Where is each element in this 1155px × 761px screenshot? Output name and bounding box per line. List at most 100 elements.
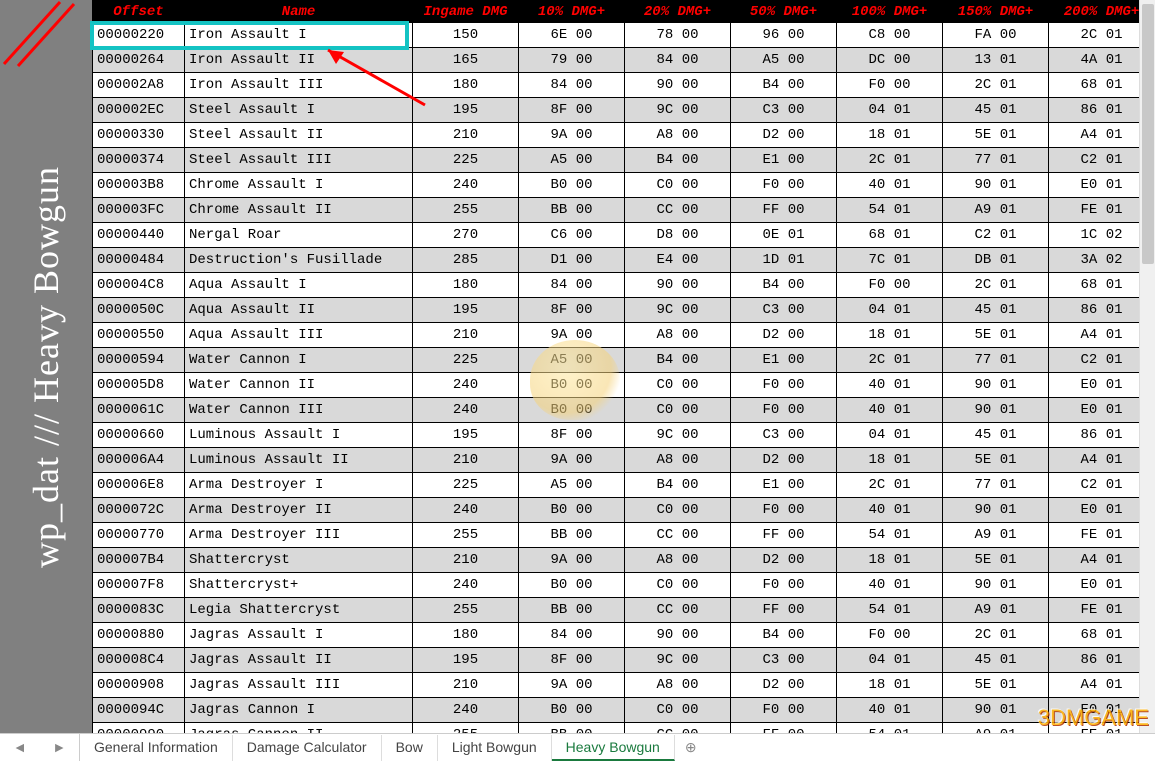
dmg150-cell[interactable]: 45 01 [943, 648, 1049, 673]
tab-nav-prev-icon[interactable]: ◄ [13, 739, 27, 755]
offset-cell[interactable]: 000002EC [93, 98, 185, 123]
ingame-dmg-cell[interactable]: 255 [413, 198, 519, 223]
ingame-dmg-cell[interactable]: 240 [413, 698, 519, 723]
dmg150-cell[interactable]: A9 01 [943, 598, 1049, 623]
name-cell[interactable]: Steel Assault II [185, 123, 413, 148]
dmg20-cell[interactable]: B4 00 [625, 473, 731, 498]
dmg100-cell[interactable]: 54 01 [837, 523, 943, 548]
name-cell[interactable]: Chrome Assault I [185, 173, 413, 198]
header-ingame-dmg[interactable]: Ingame DMG [413, 1, 519, 23]
offset-cell[interactable]: 00000660 [93, 423, 185, 448]
dmg50-cell[interactable]: F0 00 [731, 573, 837, 598]
dmg150-cell[interactable]: 45 01 [943, 423, 1049, 448]
offset-cell[interactable]: 0000094C [93, 698, 185, 723]
offset-cell[interactable]: 00000880 [93, 623, 185, 648]
name-cell[interactable]: Iron Assault II [185, 48, 413, 73]
ingame-dmg-cell[interactable]: 255 [413, 723, 519, 734]
dmg10-cell[interactable]: 79 00 [519, 48, 625, 73]
dmg100-cell[interactable]: 40 01 [837, 698, 943, 723]
dmg50-cell[interactable]: FF 00 [731, 598, 837, 623]
name-cell[interactable]: Water Cannon I [185, 348, 413, 373]
table-row[interactable]: 00000550Aqua Assault III2109A 00A8 00D2 … [1, 323, 1155, 348]
dmg100-cell[interactable]: 54 01 [837, 723, 943, 734]
dmg20-cell[interactable]: A8 00 [625, 448, 731, 473]
dmg150-cell[interactable]: 45 01 [943, 298, 1049, 323]
name-cell[interactable]: Jagras Assault II [185, 648, 413, 673]
dmg10-cell[interactable]: BB 00 [519, 598, 625, 623]
table-row[interactable]: 00000484Destruction's Fusillade285D1 00E… [1, 248, 1155, 273]
ingame-dmg-cell[interactable]: 210 [413, 673, 519, 698]
dmg50-cell[interactable]: 96 00 [731, 23, 837, 48]
dmg20-cell[interactable]: C0 00 [625, 173, 731, 198]
name-cell[interactable]: Jagras Assault I [185, 623, 413, 648]
dmg20-cell[interactable]: A8 00 [625, 323, 731, 348]
ingame-dmg-cell[interactable]: 240 [413, 573, 519, 598]
offset-cell[interactable]: 00000330 [93, 123, 185, 148]
dmg10-cell[interactable]: 8F 00 [519, 98, 625, 123]
offset-cell[interactable]: 0000072C [93, 498, 185, 523]
sheet-tab[interactable]: Damage Calculator [233, 735, 382, 761]
offset-cell[interactable]: 000004C8 [93, 273, 185, 298]
name-cell[interactable]: Jagras Assault III [185, 673, 413, 698]
dmg150-cell[interactable]: A9 01 [943, 523, 1049, 548]
dmg20-cell[interactable]: C0 00 [625, 373, 731, 398]
ingame-dmg-cell[interactable]: 285 [413, 248, 519, 273]
offset-cell[interactable]: 00000440 [93, 223, 185, 248]
table-row[interactable]: 000002ECSteel Assault I1958F 009C 00C3 0… [1, 98, 1155, 123]
dmg150-cell[interactable]: A9 01 [943, 198, 1049, 223]
sheet-tab[interactable]: Bow [382, 735, 438, 761]
sheet-tab[interactable]: Heavy Bowgun [552, 735, 675, 761]
dmg150-cell[interactable]: 77 01 [943, 148, 1049, 173]
ingame-dmg-cell[interactable]: 255 [413, 598, 519, 623]
dmg50-cell[interactable]: B4 00 [731, 273, 837, 298]
vertical-scrollbar[interactable] [1139, 0, 1155, 733]
header-150pct[interactable]: 150% DMG+ [943, 1, 1049, 23]
dmg100-cell[interactable]: 04 01 [837, 298, 943, 323]
table-row[interactable]: 0000072CArma Destroyer II240B0 00C0 00F0… [1, 498, 1155, 523]
name-cell[interactable]: Arma Destroyer III [185, 523, 413, 548]
offset-cell[interactable]: 0000083C [93, 598, 185, 623]
dmg10-cell[interactable]: 9A 00 [519, 548, 625, 573]
ingame-dmg-cell[interactable]: 255 [413, 523, 519, 548]
offset-cell[interactable]: 00000264 [93, 48, 185, 73]
dmg50-cell[interactable]: E1 00 [731, 148, 837, 173]
tab-nav-next-icon[interactable]: ► [52, 739, 66, 755]
dmg150-cell[interactable]: 90 01 [943, 398, 1049, 423]
dmg10-cell[interactable]: 8F 00 [519, 423, 625, 448]
dmg50-cell[interactable]: F0 00 [731, 398, 837, 423]
offset-cell[interactable]: 000003FC [93, 198, 185, 223]
offset-cell[interactable]: 00000908 [93, 673, 185, 698]
table-row[interactable]: 0000083CLegia Shattercryst255BB 00CC 00F… [1, 598, 1155, 623]
dmg20-cell[interactable]: A8 00 [625, 673, 731, 698]
dmg50-cell[interactable]: E1 00 [731, 348, 837, 373]
ingame-dmg-cell[interactable]: 240 [413, 373, 519, 398]
name-cell[interactable]: Iron Assault I [185, 23, 413, 48]
table-row[interactable]: 000003FCChrome Assault II255BB 00CC 00FF… [1, 198, 1155, 223]
dmg100-cell[interactable]: 40 01 [837, 573, 943, 598]
header-10pct[interactable]: 10% DMG+ [519, 1, 625, 23]
sheet-tab[interactable]: Light Bowgun [438, 735, 552, 761]
dmg50-cell[interactable]: A5 00 [731, 48, 837, 73]
dmg150-cell[interactable]: FA 00 [943, 23, 1049, 48]
ingame-dmg-cell[interactable]: 210 [413, 123, 519, 148]
dmg20-cell[interactable]: B4 00 [625, 348, 731, 373]
dmg10-cell[interactable]: 8F 00 [519, 298, 625, 323]
dmg20-cell[interactable]: CC 00 [625, 198, 731, 223]
ingame-dmg-cell[interactable]: 240 [413, 498, 519, 523]
dmg20-cell[interactable]: 90 00 [625, 273, 731, 298]
dmg100-cell[interactable]: 40 01 [837, 498, 943, 523]
dmg20-cell[interactable]: 90 00 [625, 623, 731, 648]
dmg150-cell[interactable]: 77 01 [943, 473, 1049, 498]
ingame-dmg-cell[interactable]: 195 [413, 298, 519, 323]
dmg100-cell[interactable]: 68 01 [837, 223, 943, 248]
header-100pct[interactable]: 100% DMG+ [837, 1, 943, 23]
dmg10-cell[interactable]: A5 00 [519, 148, 625, 173]
dmg100-cell[interactable]: 2C 01 [837, 348, 943, 373]
dmg100-cell[interactable]: 04 01 [837, 98, 943, 123]
dmg50-cell[interactable]: D2 00 [731, 548, 837, 573]
name-cell[interactable]: Steel Assault I [185, 98, 413, 123]
dmg50-cell[interactable]: D2 00 [731, 673, 837, 698]
dmg50-cell[interactable]: D2 00 [731, 448, 837, 473]
header-20pct[interactable]: 20% DMG+ [625, 1, 731, 23]
dmg50-cell[interactable]: F0 00 [731, 698, 837, 723]
